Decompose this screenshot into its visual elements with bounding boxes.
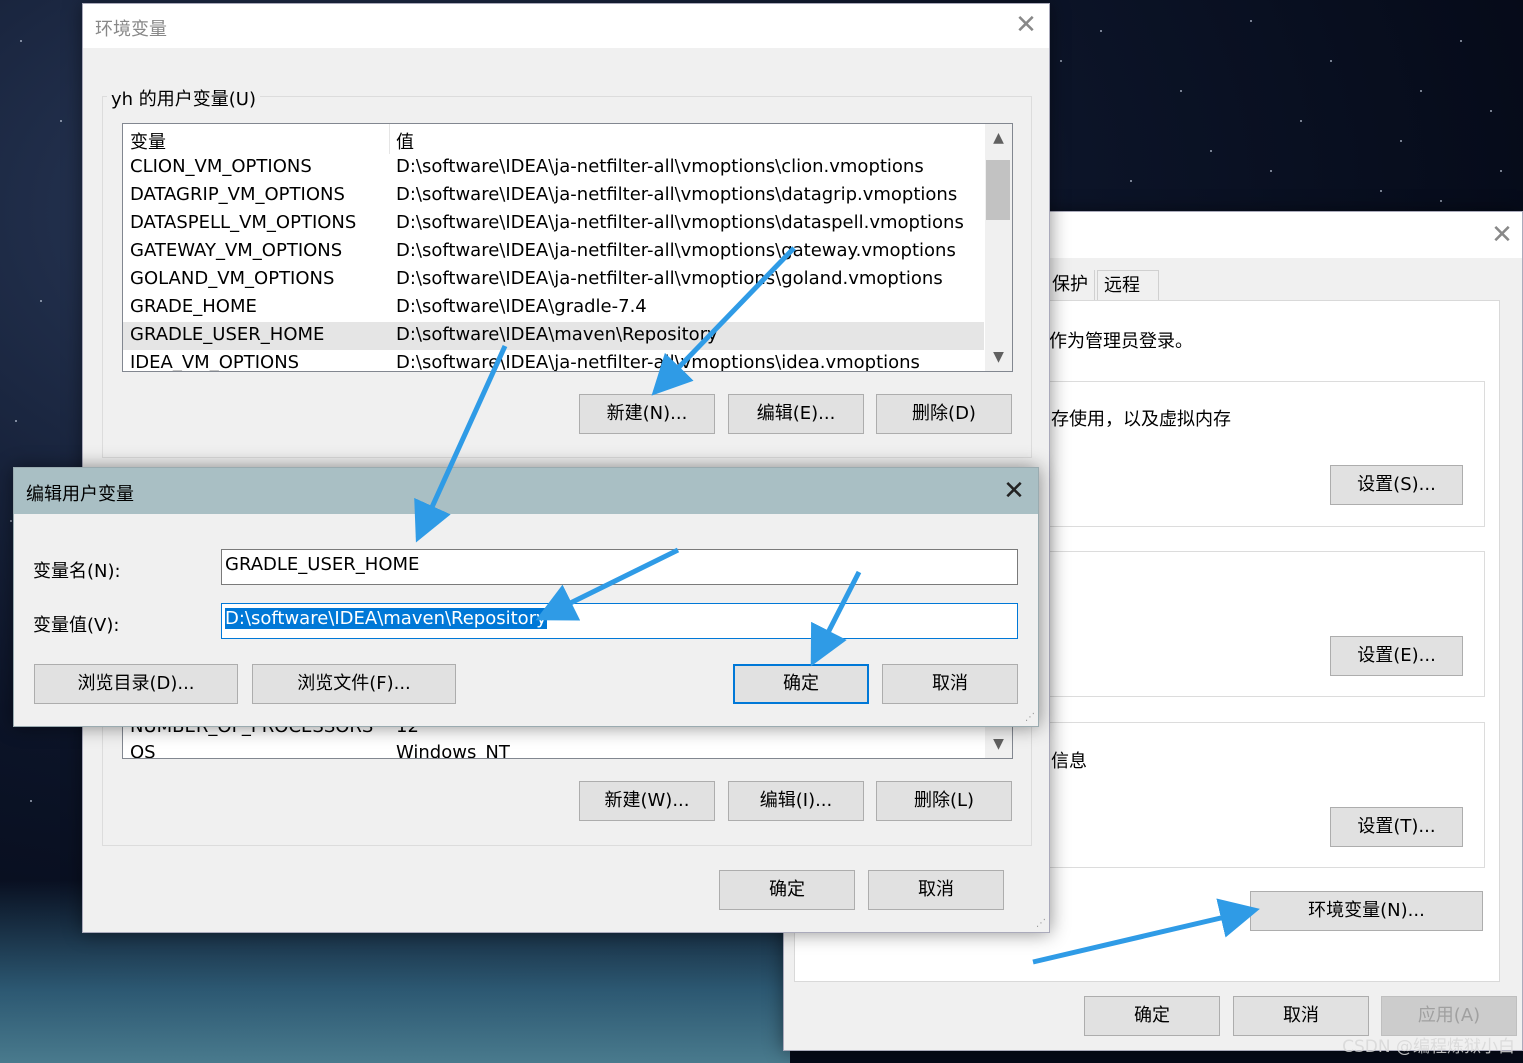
edit-dialog-title: 编辑用户变量	[26, 484, 134, 505]
star	[1270, 170, 1272, 172]
tab-remote[interactable]: 远程	[1097, 270, 1159, 300]
env-close-icon[interactable]: ✕	[1014, 12, 1038, 38]
list-header: 变量 值	[123, 124, 984, 154]
edit-resize-grip-icon[interactable]: ⋰	[1025, 713, 1035, 723]
star	[1180, 90, 1182, 92]
scroll-thumb[interactable]	[986, 160, 1010, 220]
table-row[interactable]: GATEWAY_VM_OPTIONS D:\software\IDEA\ja-ne…	[123, 238, 984, 266]
user-vars-list[interactable]: 变量 值 CLION_VM_OPTIONS D:\software\IDEA\ja…	[122, 123, 1013, 372]
variable-value-cell: D:\software\IDEA\ja-netfilter-all\vmopti…	[396, 212, 964, 233]
variable-name-cell: CLION_VM_OPTIONS	[130, 156, 312, 177]
variable-value-cell: D:\software\IDEA\maven\Repository	[396, 324, 718, 345]
variable-value-cell: D:\software\IDEA\gradle-7.4	[396, 296, 647, 317]
star	[40, 300, 42, 302]
sys-scroll-down-icon[interactable]: ▼	[985, 730, 1012, 758]
variable-name-cell: IDEA_VM_OPTIONS	[130, 352, 300, 372]
edit-cancel-button[interactable]: 取消	[882, 664, 1018, 704]
star	[30, 800, 32, 802]
variable-value-cell: D:\software\IDEA\ja-netfilter-all\vmopti…	[396, 240, 956, 261]
system-new-button[interactable]: 新建(W)...	[579, 781, 715, 821]
variable-name-cell: DATASPELL_VM_OPTIONS	[130, 212, 357, 233]
variable-name-label: 变量名(N):	[33, 561, 121, 582]
table-row[interactable]: OS Windows_NT	[123, 740, 984, 759]
star	[1100, 30, 1102, 32]
edit-dialog-titlebar: 编辑用户变量 ✕	[14, 468, 1038, 514]
browse-directory-button[interactable]: 浏览目录(D)...	[34, 664, 238, 704]
star	[1420, 90, 1422, 92]
startup-settings-button[interactable]: 设置(T)...	[1330, 807, 1463, 847]
table-row[interactable]: GRADLE_USER_HOME D:\software\IDEA\maven\R…	[123, 322, 984, 350]
star	[1130, 180, 1132, 182]
env-cancel-button[interactable]: 取消	[868, 870, 1004, 910]
tab-protection[interactable]: 保护	[1046, 270, 1095, 300]
variable-name-cell: DATAGRIP_VM_OPTIONS	[130, 184, 345, 205]
performance-settings-button[interactable]: 设置(S)...	[1330, 465, 1463, 505]
variable-name-cell: OS	[130, 742, 156, 759]
star	[1400, 140, 1402, 142]
user-vars-label: yh 的用户变量(U)	[107, 85, 261, 111]
table-row[interactable]: DATAGRIP_VM_OPTIONS D:\software\IDEA\ja-n…	[123, 182, 984, 210]
star	[10, 520, 12, 522]
star	[1460, 40, 1462, 42]
resize-grip-icon[interactable]: ⋰	[1036, 919, 1046, 929]
system-delete-button[interactable]: 删除(L)	[876, 781, 1012, 821]
variable-name-cell: GRADE_HOME	[130, 296, 257, 317]
variable-value-cell: D:\software\IDEA\ja-netfilter-all\vmopti…	[396, 156, 924, 177]
star	[15, 420, 17, 422]
sysprops-apply-button[interactable]: 应用(A)	[1381, 996, 1517, 1036]
variable-value-field[interactable]: D:\software\IDEA\maven\Repository	[221, 603, 1018, 639]
star	[1500, 170, 1502, 172]
column-header-value[interactable]: 值	[396, 128, 414, 154]
scroll-up-icon[interactable]: ▲	[985, 124, 1012, 152]
variable-value-cell: D:\software\IDEA\ja-netfilter-all\vmopti…	[396, 184, 958, 205]
variable-value-label: 变量值(V):	[33, 615, 120, 636]
star	[1490, 110, 1492, 112]
table-row[interactable]: GRADE_HOME D:\software\IDEA\gradle-7.4	[123, 294, 984, 322]
sysprops-cancel-button[interactable]: 取消	[1233, 996, 1369, 1036]
user-edit-button[interactable]: 编辑(E)...	[728, 394, 864, 434]
variable-name-cell: GATEWAY_VM_OPTIONS	[130, 240, 343, 261]
variable-value-cell: D:\software\IDEA\ja-netfilter-all\vmopti…	[396, 268, 943, 289]
user-delete-button[interactable]: 删除(D)	[876, 394, 1012, 434]
star	[1440, 200, 1442, 202]
star	[60, 120, 62, 122]
edit-dialog-close-icon[interactable]: ✕	[1002, 478, 1026, 504]
star	[20, 40, 22, 42]
table-row[interactable]: IDEA_VM_OPTIONS D:\software\IDEA\ja-netfi…	[123, 350, 984, 372]
env-vars-button[interactable]: 环境变量(N)...	[1250, 891, 1483, 931]
startup-text: 信息	[1051, 751, 1087, 772]
edit-ok-button[interactable]: 确定	[733, 664, 869, 704]
star	[1300, 120, 1302, 122]
variable-name-cell: GOLAND_VM_OPTIONS	[130, 268, 335, 289]
edit-user-variable-dialog: 编辑用户变量 ✕ 变量名(N): GRADLE_USER_HOME 变量值(V)…	[13, 467, 1039, 727]
table-row[interactable]: GOLAND_VM_OPTIONS D:\software\IDEA\ja-net…	[123, 266, 984, 294]
sysprops-ok-button[interactable]: 确定	[1084, 996, 1220, 1036]
system-edit-button[interactable]: 编辑(I)...	[728, 781, 864, 821]
user-new-button[interactable]: 新建(N)...	[579, 394, 715, 434]
env-ok-button[interactable]: 确定	[719, 870, 855, 910]
table-row[interactable]: DATASPELL_VM_OPTIONS D:\software\IDEA\ja-…	[123, 210, 984, 238]
variable-name-cell: GRADLE_USER_HOME	[130, 324, 325, 345]
variable-value-cell: D:\software\IDEA\ja-netfilter-all\vmopti…	[396, 352, 920, 372]
env-window-title: 环境变量	[95, 19, 167, 40]
env-titlebar: 环境变量 ✕	[83, 4, 1049, 48]
profiles-settings-button[interactable]: 设置(E)...	[1330, 636, 1463, 676]
user-vars-scrollbar[interactable]: ▲ ▼	[985, 124, 1012, 371]
sysprops-close-icon[interactable]: ✕	[1490, 222, 1514, 248]
star	[1330, 60, 1332, 62]
browse-file-button[interactable]: 浏览文件(F)...	[252, 664, 456, 704]
star	[1060, 60, 1062, 62]
variable-name-field[interactable]: GRADLE_USER_HOME	[221, 549, 1018, 585]
performance-text: 存使用，以及虚拟内存	[1051, 409, 1231, 430]
column-header-name[interactable]: 变量	[130, 128, 166, 154]
scroll-down-icon[interactable]: ▼	[985, 343, 1012, 371]
variable-value-cell: Windows_NT	[396, 742, 510, 759]
star	[1210, 150, 1212, 152]
watermark: CSDN @编程炼狱小白	[1342, 1037, 1515, 1057]
star	[1250, 20, 1252, 22]
admin-note: 作为管理员登录。	[1049, 331, 1193, 352]
selected-value-text: D:\software\IDEA\maven\Repository	[225, 608, 547, 629]
table-row[interactable]: CLION_VM_OPTIONS D:\software\IDEA\ja-netf…	[123, 154, 984, 182]
star	[1380, 190, 1382, 192]
